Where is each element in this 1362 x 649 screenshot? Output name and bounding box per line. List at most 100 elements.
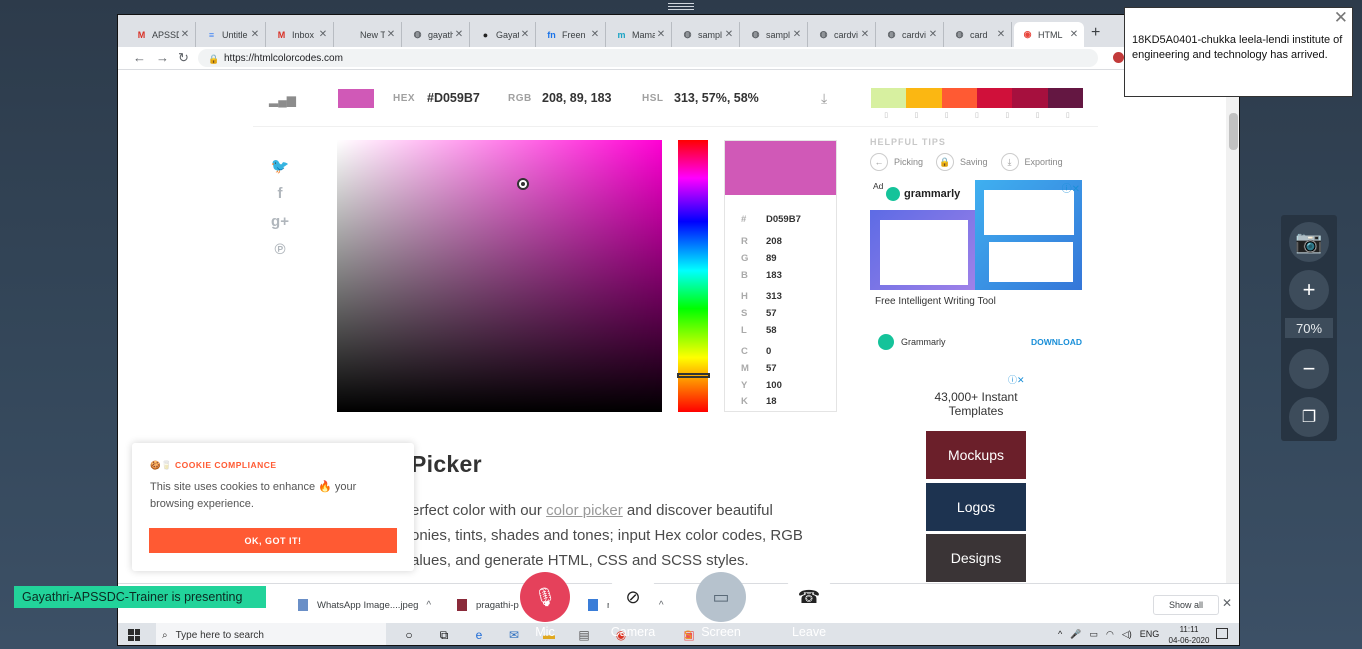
- browser-tab[interactable]: ◉ HTML ✕: [1014, 22, 1084, 47]
- palette-swatch[interactable]: [941, 88, 977, 108]
- chevron-up-icon[interactable]: ^: [426, 600, 431, 611]
- browser-tab[interactable]: ◍ card ✕: [946, 22, 1012, 47]
- rgb-value[interactable]: 208, 89, 183: [542, 91, 612, 105]
- value-field[interactable]: 18: [766, 396, 777, 407]
- network-icon[interactable]: ▭: [1089, 629, 1098, 640]
- cortana-icon[interactable]: ○: [401, 627, 417, 643]
- tab-close-icon[interactable]: ✕: [791, 29, 803, 40]
- download-item[interactable]: WhatsApp Image....jpeg ^: [298, 594, 431, 616]
- palette-swatch[interactable]: [1047, 88, 1083, 108]
- tab-close-icon[interactable]: ✕: [723, 29, 735, 40]
- browser-tab[interactable]: ◍ sampl ✕: [674, 22, 740, 47]
- show-all-button[interactable]: Show all: [1153, 595, 1219, 615]
- mic-muted-icon[interactable]: 🎙: [520, 572, 570, 622]
- language-indicator[interactable]: ENG: [1140, 629, 1160, 640]
- google-plus-icon[interactable]: g+: [268, 213, 292, 241]
- leave-call-icon[interactable]: ☎: [784, 572, 834, 622]
- stats-icon[interactable]: ▂▄▆: [269, 93, 296, 107]
- hue-slider[interactable]: [678, 140, 708, 412]
- value-field[interactable]: 0: [766, 346, 771, 357]
- browser-tab[interactable]: fn Freen ✕: [538, 22, 606, 47]
- tab-close-icon[interactable]: ✕: [927, 29, 939, 40]
- page-scrollbar[interactable]: [1226, 71, 1239, 591]
- browser-tab[interactable]: m Mama ✕: [608, 22, 672, 47]
- browser-tab[interactable]: ≡ Untitle ✕: [198, 22, 266, 47]
- ad-close-icon[interactable]: ⓘ✕: [1062, 180, 1080, 195]
- wifi-icon[interactable]: ◠: [1106, 629, 1114, 640]
- value-field[interactable]: 58: [766, 325, 777, 336]
- value-field[interactable]: 57: [766, 363, 777, 374]
- browser-tab[interactable]: ◍ gayath ✕: [404, 22, 470, 47]
- tab-close-icon[interactable]: ✕: [519, 29, 531, 40]
- palette-swatch[interactable]: [871, 88, 907, 108]
- hsl-value[interactable]: 313, 57%, 58%: [674, 91, 759, 105]
- template-tile[interactable]: Designs: [926, 534, 1026, 582]
- tip-item[interactable]: 🔒 Saving: [936, 153, 988, 171]
- edge-icon[interactable]: e: [471, 627, 487, 643]
- scrollbar-thumb[interactable]: [1229, 113, 1238, 150]
- new-tab-button[interactable]: +: [1091, 24, 1100, 42]
- value-field[interactable]: 57: [766, 308, 777, 319]
- tab-close-icon[interactable]: ✕: [385, 29, 397, 40]
- grammarly-ad[interactable]: Ad ⓘ✕ grammarly Free Intelligent Writing…: [870, 180, 1082, 355]
- browser-tab[interactable]: M APSSD✕: [128, 22, 196, 47]
- templates-ad[interactable]: ⓘ✕ 43,000+ Instant Templates Mockups Logo…: [926, 373, 1026, 593]
- twitter-icon[interactable]: 🐦: [268, 157, 292, 185]
- hex-value[interactable]: #D059B7: [427, 91, 480, 105]
- fit-screen-icon[interactable]: ❐: [1289, 397, 1329, 437]
- value-field[interactable]: 208: [766, 236, 782, 247]
- template-tile[interactable]: Mockups: [926, 431, 1026, 479]
- pinterest-icon[interactable]: ℗: [268, 241, 292, 269]
- value-field[interactable]: 313: [766, 291, 782, 302]
- tab-close-icon[interactable]: ✕: [317, 29, 329, 40]
- browser-tab[interactable]: ◍ cardvi ✕: [878, 22, 944, 47]
- tip-item[interactable]: ← Picking: [870, 153, 923, 171]
- ad-close-icon[interactable]: ⓘ✕: [1008, 373, 1025, 386]
- browser-tab[interactable]: ◍ sampl ✕: [742, 22, 808, 47]
- taskbar-clock[interactable]: 11:11 04-06-2020: [1168, 624, 1210, 645]
- address-bar[interactable]: 🔒 https://htmlcolorcodes.com: [198, 49, 1098, 67]
- tab-close-icon[interactable]: ✕: [249, 29, 261, 40]
- screen-share-icon[interactable]: ▭: [696, 572, 746, 622]
- taskbar-search[interactable]: ⌕ Type here to search: [156, 623, 386, 645]
- zoom-out-icon[interactable]: −: [1289, 349, 1329, 389]
- tab-close-icon[interactable]: ✕: [859, 29, 871, 40]
- value-field[interactable]: 89: [766, 253, 777, 264]
- picker-handle[interactable]: [517, 178, 529, 190]
- reload-icon[interactable]: ↻: [178, 50, 189, 66]
- browser-tab[interactable]: M Inbox ✕: [268, 22, 334, 47]
- windows-start-icon[interactable]: [128, 629, 140, 641]
- microphone-icon[interactable]: 🎤: [1070, 629, 1081, 640]
- tab-close-icon[interactable]: ✕: [589, 29, 601, 40]
- chevron-up-icon[interactable]: ^: [1058, 629, 1062, 640]
- palette-swatch[interactable]: [1012, 88, 1048, 108]
- tip-item[interactable]: ⤓ Exporting: [1000, 153, 1063, 171]
- ad-tagline[interactable]: Free Intelligent Writing Tool: [875, 296, 996, 307]
- template-tile[interactable]: Logos: [926, 483, 1026, 531]
- palette-swatch[interactable]: [906, 88, 942, 108]
- camera-snapshot-icon[interactable]: 📷: [1289, 222, 1329, 262]
- back-icon[interactable]: ←: [133, 50, 146, 65]
- browser-tab[interactable]: New Tab✕: [336, 22, 402, 47]
- close-icon[interactable]: ✕: [1334, 8, 1348, 28]
- value-field[interactable]: 183: [766, 270, 782, 281]
- forward-icon[interactable]: →: [156, 50, 169, 65]
- notifications-icon[interactable]: [1216, 628, 1228, 639]
- browser-tab[interactable]: ◍ cardvi ✕: [810, 22, 876, 47]
- ad-download-button[interactable]: DOWNLOAD: [1031, 337, 1082, 347]
- extension-icon[interactable]: [1113, 52, 1124, 63]
- task-view-icon[interactable]: ⧉: [436, 627, 452, 643]
- color-picker-link[interactable]: color picker: [546, 502, 623, 519]
- chevron-up-icon[interactable]: ^: [659, 600, 664, 611]
- system-tray[interactable]: ^ 🎤 ▭ ◠ ◁) ENG: [1058, 629, 1159, 640]
- tab-close-icon[interactable]: ✕: [1068, 29, 1080, 40]
- palette-swatch[interactable]: [976, 88, 1013, 108]
- browser-tab[interactable]: ● Gayath✕: [472, 22, 536, 47]
- cookie-accept-button[interactable]: OK, GOT IT!: [149, 528, 397, 553]
- value-field[interactable]: D059B7: [766, 214, 801, 225]
- download-icon[interactable]: ⤓: [821, 90, 827, 107]
- close-icon[interactable]: ✕: [1222, 596, 1232, 610]
- tab-close-icon[interactable]: ✕: [995, 29, 1007, 40]
- hue-slider-handle[interactable]: [677, 373, 710, 378]
- zoom-in-icon[interactable]: +: [1289, 270, 1329, 310]
